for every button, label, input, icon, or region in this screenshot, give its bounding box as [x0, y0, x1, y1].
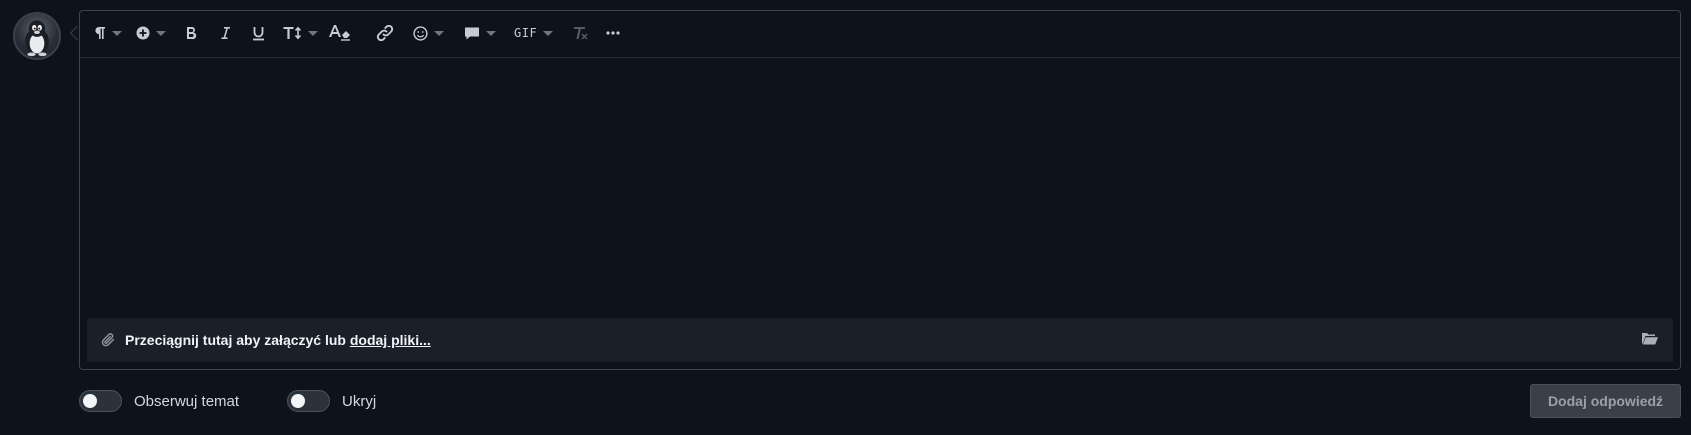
quote-button[interactable]: [464, 21, 496, 45]
gif-button[interactable]: GIF: [514, 21, 554, 45]
gif-label: GIF: [514, 26, 538, 40]
underline-button[interactable]: [252, 21, 265, 45]
italic-button[interactable]: [219, 21, 231, 45]
watch-thread-label: Obserwuj temat: [134, 392, 240, 410]
tux-penguin-avatar-icon: [25, 20, 49, 57]
clear-format-button[interactable]: [573, 21, 589, 45]
smile-icon: [413, 25, 428, 41]
text-size-button[interactable]: [283, 21, 318, 45]
comment-icon: [464, 26, 480, 41]
ellipsis-icon: [606, 31, 620, 35]
toggle-knob: [291, 394, 305, 408]
italic-icon: [219, 26, 231, 40]
bold-button[interactable]: [185, 21, 197, 45]
plus-circle-icon: [136, 26, 150, 40]
underline-icon: [252, 26, 265, 41]
hide-toggle[interactable]: [287, 390, 330, 412]
chevron-down-icon: [308, 30, 318, 36]
chevron-down-icon: [434, 30, 444, 36]
watch-thread-toggle[interactable]: [79, 390, 122, 412]
emoji-button[interactable]: [413, 21, 444, 45]
editor-toolbar: GIF: [80, 11, 1680, 58]
hide-option[interactable]: Ukryj: [287, 390, 376, 412]
reply-editor: GIF Przeciągnij tutaj aby załączyć lub d…: [79, 10, 1681, 370]
user-avatar[interactable]: [13, 12, 61, 60]
chevron-down-icon: [543, 30, 554, 36]
insert-button[interactable]: [136, 21, 166, 45]
paperclip-icon: [101, 332, 116, 353]
bold-icon: [185, 26, 197, 40]
pilcrow-icon: [94, 26, 106, 40]
toggle-knob: [83, 394, 97, 408]
submit-reply-button[interactable]: Dodaj odpowiedź: [1530, 384, 1681, 418]
insert-link-button[interactable]: [376, 21, 394, 45]
text-color-button[interactable]: [328, 21, 352, 45]
more-options-button[interactable]: [606, 21, 620, 45]
link-icon: [376, 25, 394, 41]
folder-open-icon[interactable]: [1641, 331, 1659, 351]
chevron-down-icon: [486, 30, 496, 36]
attachment-prompt: Przeciągnij tutaj aby załączyć lub dodaj…: [125, 332, 431, 348]
message-input[interactable]: [80, 59, 1680, 324]
add-files-link[interactable]: dodaj pliki...: [350, 332, 431, 348]
attachment-prompt-text: Przeciągnij tutaj aby załączyć lub: [125, 332, 350, 348]
clear-format-icon: [573, 26, 589, 41]
chevron-down-icon: [156, 30, 166, 36]
watch-thread-option[interactable]: Obserwuj temat: [79, 390, 239, 412]
chevron-down-icon: [112, 30, 122, 36]
hide-label: Ukryj: [342, 392, 377, 410]
text-size-icon: [283, 26, 302, 40]
attachment-dropzone[interactable]: Przeciągnij tutaj aby załączyć lub dodaj…: [87, 318, 1673, 362]
paragraph-format-button[interactable]: [94, 21, 122, 45]
text-color-icon: [328, 24, 352, 42]
